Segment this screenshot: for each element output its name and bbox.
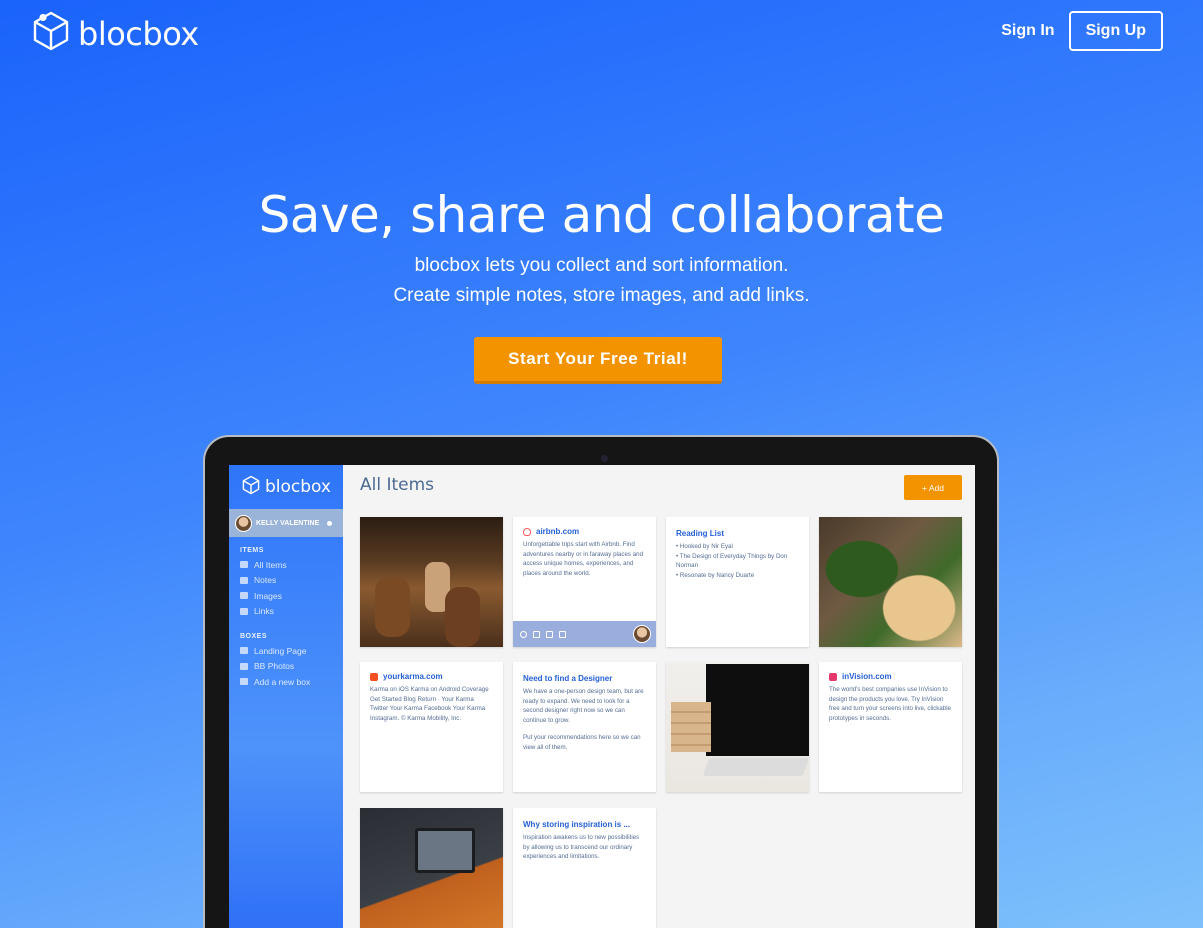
sign-in-link[interactable]: Sign In: [1001, 22, 1054, 40]
reading-list: Hooked by Nir Eyal The Design of Everyda…: [666, 542, 809, 580]
card-title: airbnb.com: [536, 527, 580, 536]
share-icon: [559, 630, 566, 638]
user-profile-row: KELLY VALENTINE: [229, 509, 343, 537]
box-icon: [240, 662, 248, 670]
card-body: Put your recommendations here so we can …: [523, 734, 641, 751]
airbnb-logo-icon: [523, 527, 531, 536]
card-body: Inspiration awakens us to new possibilit…: [523, 834, 640, 861]
items-section-header: ITEMS: [240, 547, 264, 554]
reading-list-card: Reading List Hooked by Nir Eyal The Desi…: [666, 517, 809, 647]
sidebar-item-label: Links: [254, 606, 274, 617]
app-add-button: + Add: [904, 475, 962, 500]
desk-photo-card: [666, 662, 809, 792]
sidebar-item-add-box: Add a new box: [229, 674, 343, 690]
hero-title: Save, share and collaborate: [258, 186, 945, 244]
app-logo: blocbox: [229, 465, 343, 509]
cube-logo-icon: [242, 475, 260, 500]
trash-icon: [546, 630, 553, 638]
card-body: Karma on iOS Karma on Android Coverage G…: [370, 686, 489, 722]
box-icon: [240, 647, 248, 655]
edit-icon: [533, 630, 540, 638]
list-item: Resonate by Nancy Duarte: [676, 571, 799, 581]
cube-logo-icon: [32, 10, 70, 57]
list-item: The Design of Everyday Things by Don Nor…: [676, 552, 799, 571]
airbnb-card: airbnb.com Unforgettable trips start wit…: [513, 517, 656, 647]
laptop-photo-card: [360, 808, 503, 928]
keyboard-shape: [702, 758, 809, 776]
sidebar-item-all-items: All Items: [229, 557, 343, 573]
sidebar-item-landing-page: Landing Page: [229, 643, 343, 659]
card-body: Unforgettable trips start with Airbnb. F…: [523, 541, 644, 577]
sidebar-item-label: All Items: [254, 559, 287, 570]
sidebar-item-label: BB Photos: [254, 661, 295, 672]
top-nav: Sign In Sign Up: [1001, 11, 1163, 51]
karma-logo-icon: [370, 672, 378, 681]
laptop-camera: [601, 455, 608, 462]
start-free-trial-button[interactable]: Start Your Free Trial!: [474, 337, 722, 384]
card-footer: [513, 621, 656, 647]
sidebar-item-notes: Notes: [229, 573, 343, 589]
invision-card: inVision.com The world's best companies …: [819, 662, 962, 792]
heart-icon: [520, 630, 527, 638]
app-screenshot: blocbox KELLY VALENTINE ITEMS All Items …: [229, 465, 975, 928]
sidebar-item-bb-photos: BB Photos: [229, 659, 343, 675]
note-icon: [240, 576, 248, 584]
card-body: We have a one-person design team, but ar…: [523, 688, 644, 724]
monitor-shape: [706, 664, 809, 756]
designer-card: Need to find a Designer We have a one-pe…: [513, 662, 656, 792]
app-sidebar: blocbox KELLY VALENTINE ITEMS All Items …: [229, 465, 343, 928]
card-title: Need to find a Designer: [523, 674, 613, 683]
avatar: [235, 514, 252, 532]
boxes-section-header: BOXES: [240, 633, 268, 640]
card-body: The world's best companies use InVision …: [829, 686, 952, 722]
card-title: Reading List: [676, 529, 725, 538]
image-icon: [240, 592, 248, 600]
card-title: yourkarma.com: [383, 672, 443, 681]
inspiration-card: Why storing inspiration is ... Inspirati…: [513, 808, 656, 928]
hero-subtitle-line2: Create simple notes, store images, and a…: [393, 285, 810, 306]
link-icon: [240, 607, 248, 615]
invision-logo-icon: [829, 672, 837, 681]
site-logo[interactable]: blocbox: [32, 10, 199, 57]
app-page-title: All Items: [360, 475, 435, 495]
card-title: Why storing inspiration is ...: [523, 820, 631, 829]
app-logo-text: blocbox: [265, 477, 331, 497]
wood-blocks-shape: [671, 702, 711, 752]
hero-subtitle-line1: blocbox lets you collect and sort inform…: [414, 255, 789, 276]
sidebar-item-links: Links: [229, 604, 343, 620]
list-item: Hooked by Nir Eyal: [676, 542, 799, 552]
sidebar-item-label: Notes: [254, 575, 277, 586]
avatar: [633, 625, 651, 643]
laptop-shape: [415, 828, 475, 873]
grid-icon: [240, 561, 248, 569]
laptop-mockup: blocbox KELLY VALENTINE ITEMS All Items …: [203, 435, 999, 928]
sidebar-item-label: Images: [254, 590, 282, 601]
sign-up-button[interactable]: Sign Up: [1068, 11, 1163, 51]
food-photo-card: [819, 517, 962, 647]
sidebar-item-images: Images: [229, 588, 343, 604]
sidebar-item-label: Landing Page: [254, 645, 307, 656]
brand-name: blocbox: [78, 14, 199, 53]
plus-icon: [240, 678, 248, 686]
bar-photo-card: [360, 517, 503, 647]
status-dot-icon: [327, 520, 333, 526]
user-name: KELLY VALENTINE: [256, 519, 320, 527]
yourkarma-card: yourkarma.com Karma on iOS Karma on Andr…: [360, 662, 503, 792]
card-title: inVision.com: [842, 672, 892, 681]
sidebar-item-label: Add a new box: [254, 676, 311, 687]
